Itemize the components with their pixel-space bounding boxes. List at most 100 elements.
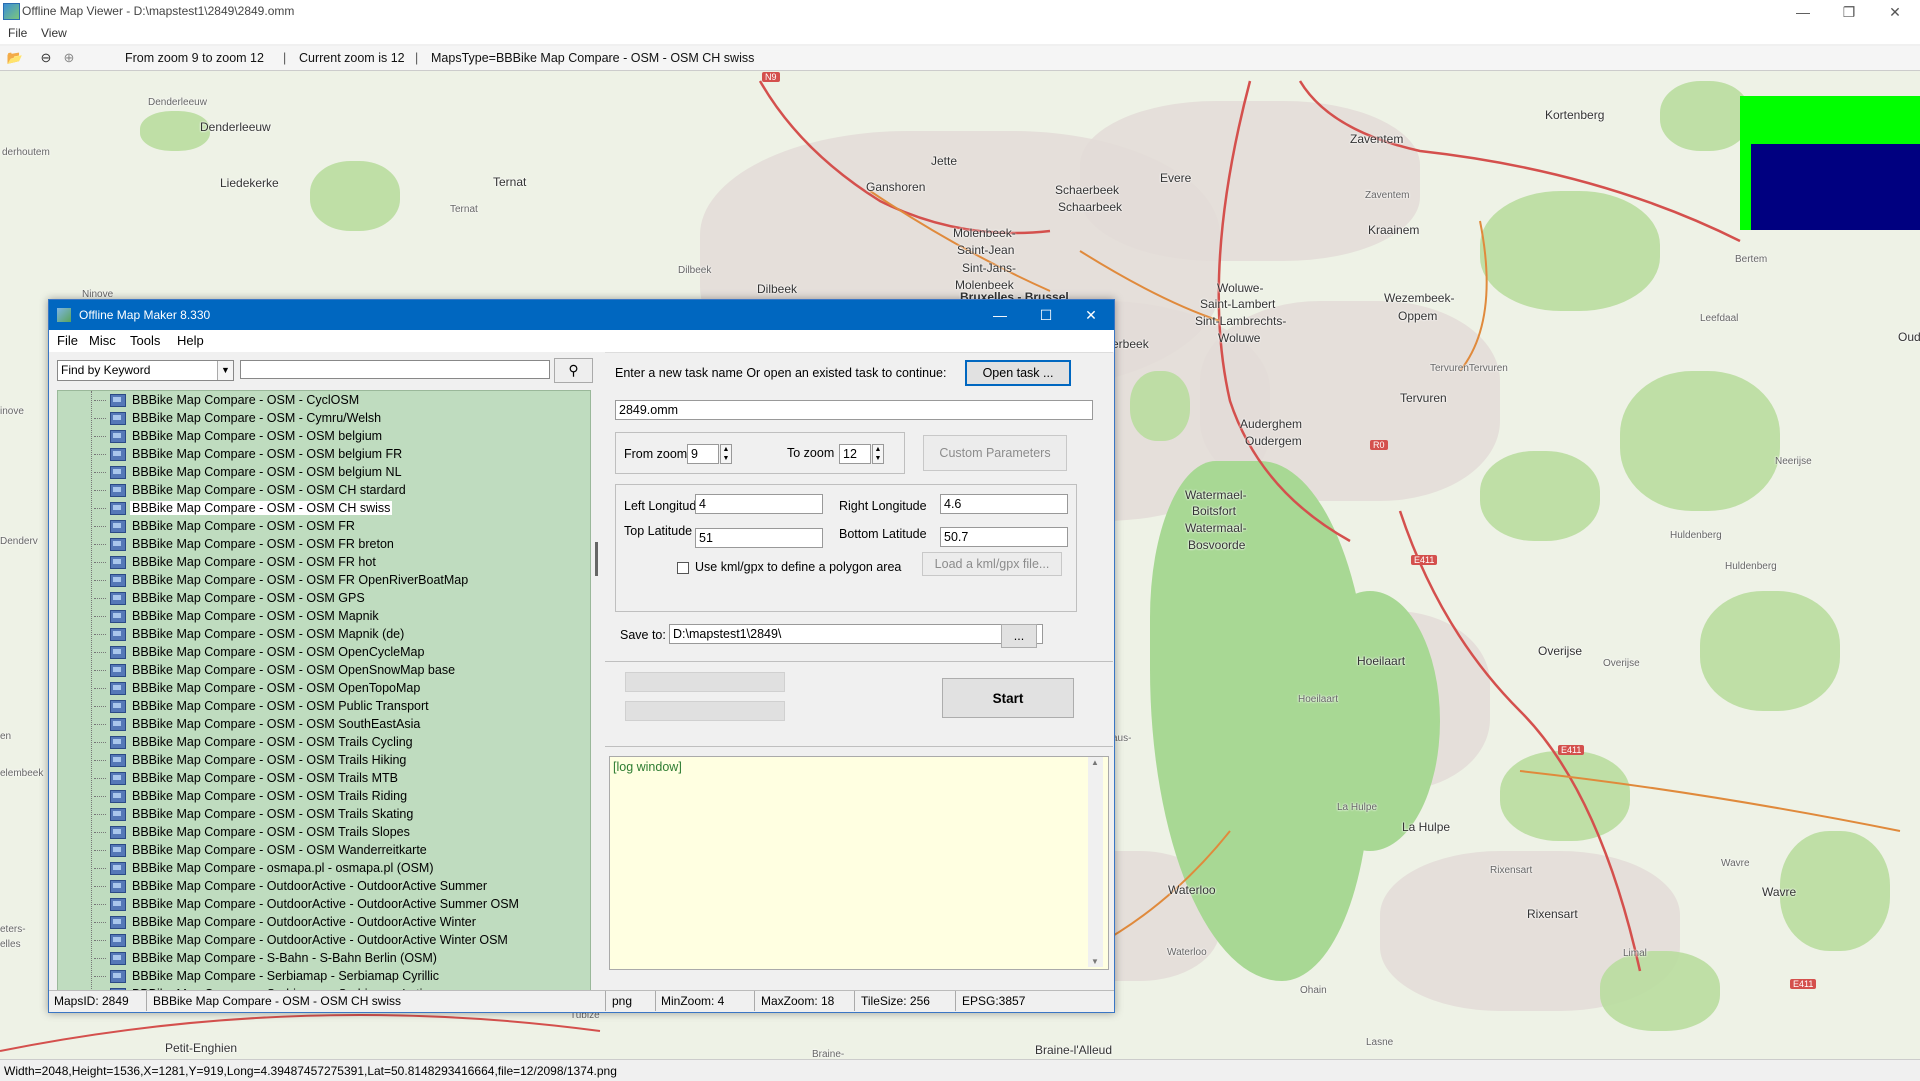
map-icon <box>110 537 126 551</box>
log-scrollbar[interactable]: ▲ ▼ <box>1088 757 1103 967</box>
minimize-icon[interactable]: — <box>1780 0 1826 24</box>
map-label: Saint-Jean <box>957 243 1015 257</box>
scroll-down-icon[interactable]: ▼ <box>1091 957 1099 966</box>
map-icon <box>110 789 126 803</box>
tree-item[interactable]: BBBike Map Compare - OSM - OSM Trails MT… <box>94 769 400 787</box>
tree-item-label: BBBike Map Compare - Serbiamap - Serbiam… <box>132 969 440 983</box>
tree-item[interactable]: BBBike Map Compare - OSM - OSM belgium N… <box>94 463 404 481</box>
log-window[interactable]: [log window] <box>609 756 1109 970</box>
zoom-in-icon[interactable]: ⊕ <box>61 50 77 66</box>
map-label: derhoutem <box>2 147 50 158</box>
tree-item[interactable]: BBBike Map Compare - OutdoorActive - Out… <box>94 913 478 931</box>
road-badge: N9 <box>762 72 780 82</box>
maps-tree[interactable]: BBBike Map Compare - OSM - CyclOSM BBBike… <box>57 390 591 992</box>
map-maker-dialog: Offline Map Maker 8.330 — ☐ ✕ File Misc … <box>48 299 1115 1013</box>
custom-parameters-button[interactable]: Custom Parameters <box>923 435 1067 471</box>
right-longitude-input[interactable]: 4.6 <box>940 494 1068 514</box>
tree-item[interactable]: BBBike Map Compare - OSM - OSM FR hot <box>94 553 378 571</box>
task-name-input[interactable]: 2849.omm <box>615 400 1093 420</box>
map-label: TervurenTervuren <box>1430 363 1508 374</box>
tree-connector <box>94 975 106 977</box>
tree-item[interactable]: BBBike Map Compare - OSM - OSM OpenTopoM… <box>94 679 422 697</box>
start-button[interactable]: Start <box>942 678 1074 718</box>
dialog-minimize-icon[interactable]: — <box>977 300 1023 330</box>
tree-connector <box>94 489 106 491</box>
tree-scroll-thumb[interactable] <box>595 542 598 576</box>
tree-item-label: BBBike Map Compare - OutdoorActive - Out… <box>132 933 508 947</box>
bottom-latitude-input[interactable]: 50.7 <box>940 527 1068 547</box>
tree-item[interactable]: BBBike Map Compare - OSM - OSM CH starda… <box>94 481 408 499</box>
map-label: erbeek <box>1112 337 1149 351</box>
tree-item[interactable]: BBBike Map Compare - OSM - OSM Trails Sl… <box>94 823 412 841</box>
tree-item[interactable]: BBBike Map Compare - OSM - OSM Trails Ri… <box>94 787 409 805</box>
map-icon <box>110 447 126 461</box>
menu-file[interactable]: File <box>8 26 27 40</box>
from-zoom-label: From zoom <box>624 447 688 461</box>
dialog-titlebar[interactable]: Offline Map Maker 8.330 — ☐ ✕ <box>49 300 1114 330</box>
map-label: La Hulpe <box>1402 820 1451 834</box>
zoom-out-icon[interactable]: ⊖ <box>38 50 54 66</box>
dialog-menu-misc[interactable]: Misc <box>89 333 116 348</box>
tree-item[interactable]: BBBike Map Compare - OSM - OSM FR OpenRi… <box>94 571 470 589</box>
load-kml-button[interactable]: Load a kml/gpx file... <box>922 552 1062 576</box>
find-mode-select[interactable]: Find by Keyword ▼ <box>57 360 234 381</box>
to-zoom-input[interactable]: 12 <box>839 444 871 464</box>
left-longitude-input[interactable]: 4 <box>695 494 823 514</box>
tree-item[interactable]: BBBike Map Compare - OSM - OSM FR breton <box>94 535 396 553</box>
map-label: Overijse <box>1603 658 1640 669</box>
tree-item[interactable]: BBBike Map Compare - S-Bahn - S-Bahn Ber… <box>94 949 439 967</box>
open-task-button[interactable]: Open task ... <box>965 360 1071 386</box>
top-latitude-input[interactable]: 51 <box>695 528 823 548</box>
tree-item[interactable]: BBBike Map Compare - OSM - OSM SouthEast… <box>94 715 422 733</box>
tree-item[interactable]: BBBike Map Compare - OSM - OSM FR <box>94 517 357 535</box>
left-longitude-label: Left Longitude <box>624 499 704 513</box>
tree-item[interactable]: BBBike Map Compare - OSM - OSM Trails Cy… <box>94 733 415 751</box>
tree-item[interactable]: BBBike Map Compare - OSM - OSM Mapnik <box>94 607 381 625</box>
kml-checkbox[interactable] <box>677 562 689 574</box>
tree-item-label: BBBike Map Compare - OSM - OSM Mapnik <box>132 609 379 623</box>
dialog-menu-tools[interactable]: Tools <box>130 333 160 348</box>
tree-item[interactable]: BBBike Map Compare - OSM - OSM belgium <box>94 427 384 445</box>
tree-item[interactable]: BBBike Map Compare - OSM - OSM GPS <box>94 589 367 607</box>
save-path-input[interactable]: D:\mapstest1\2849\ <box>669 624 1043 644</box>
tree-item[interactable]: BBBike Map Compare - OSM - OSM Trails Sk… <box>94 805 415 823</box>
close-icon[interactable]: ✕ <box>1872 0 1918 24</box>
tree-item[interactable]: BBBike Map Compare - OSM - OSM Wanderrei… <box>94 841 429 859</box>
dialog-menu-help[interactable]: Help <box>177 333 204 348</box>
tree-item[interactable]: BBBike Map Compare - OutdoorActive - Out… <box>94 931 510 949</box>
scroll-up-icon[interactable]: ▲ <box>1091 758 1099 767</box>
tree-item[interactable]: BBBike Map Compare - osmapa.pl - osmapa.… <box>94 859 436 877</box>
tree-connector <box>94 831 106 833</box>
chevron-down-icon: ▼ <box>217 361 233 380</box>
from-zoom-stepper[interactable]: ▲ ▼ <box>720 444 732 464</box>
tree-item[interactable]: BBBike Map Compare - OSM - OSM Mapnik (d… <box>94 625 406 643</box>
tree-item-label: BBBike Map Compare - OSM - OSM FR OpenRi… <box>132 573 469 587</box>
from-zoom-input[interactable]: 9 <box>687 444 719 464</box>
tree-item[interactable]: BBBike Map Compare - OSM - OSM OpenSnowM… <box>94 661 457 679</box>
tree-item[interactable]: BBBike Map Compare - OutdoorActive - Out… <box>94 895 521 913</box>
tree-item[interactable]: BBBike Map Compare - OSM - OSM CH swiss <box>94 499 393 517</box>
search-button[interactable]: ⚲ <box>554 358 593 383</box>
open-folder-icon[interactable]: 📂 <box>7 50 23 66</box>
map-label: Ohain <box>1300 985 1327 996</box>
dialog-maximize-icon[interactable]: ☐ <box>1023 300 1069 330</box>
to-zoom-stepper[interactable]: ▲ ▼ <box>872 444 884 464</box>
restore-icon[interactable]: ❐ <box>1826 0 1872 24</box>
tree-item[interactable]: BBBike Map Compare - OSM - OSM Trails Hi… <box>94 751 408 769</box>
tree-item[interactable]: BBBike Map Compare - OSM - OSM Public Tr… <box>94 697 431 715</box>
tree-item[interactable]: BBBike Map Compare - OSM - Cymru/Welsh <box>94 409 383 427</box>
menu-view[interactable]: View <box>41 26 67 40</box>
zoom-range-text: From zoom 9 to zoom 12 <box>125 51 264 65</box>
dialog-menu-file[interactable]: File <box>57 333 78 348</box>
map-label: Ternat <box>493 175 527 189</box>
tree-item[interactable]: BBBike Map Compare - OSM - OSM belgium F… <box>94 445 404 463</box>
tree-item[interactable]: BBBike Map Compare - OSM - OSM OpenCycle… <box>94 643 426 661</box>
tree-connector <box>94 723 106 725</box>
dialog-close-icon[interactable]: ✕ <box>1068 300 1114 330</box>
browse-button[interactable]: ... <box>1001 624 1037 648</box>
tree-item[interactable]: BBBike Map Compare - OutdoorActive - Out… <box>94 877 489 895</box>
tree-item[interactable]: BBBike Map Compare - OSM - CyclOSM <box>94 391 361 409</box>
search-input[interactable] <box>240 360 550 379</box>
tree-item-label: BBBike Map Compare - OSM - CyclOSM <box>132 393 360 407</box>
tree-item[interactable]: BBBike Map Compare - Serbiamap - Serbiam… <box>94 967 441 985</box>
